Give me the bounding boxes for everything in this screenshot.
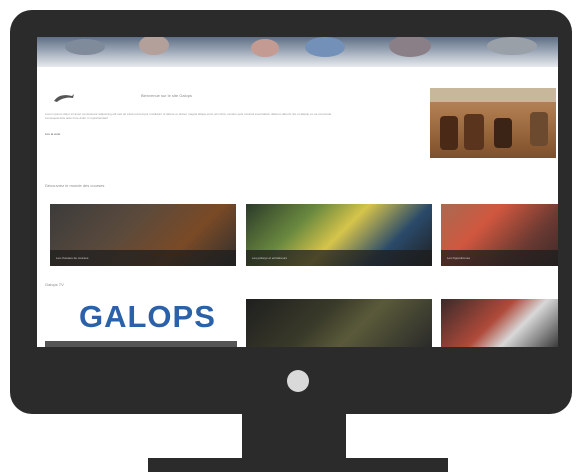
monitor-stand-base — [148, 458, 448, 472]
galops-logo-card[interactable]: GALOPS — [45, 295, 237, 347]
card-caption: Les jockeys et entraîneurs — [246, 250, 432, 266]
monitor-stand-neck — [242, 414, 346, 460]
card-horses[interactable]: Les chevaux de courses — [50, 204, 236, 266]
card-caption: Les chevaux de courses — [50, 250, 236, 266]
card-caption-bar — [45, 341, 237, 347]
horse-logo-icon[interactable] — [52, 92, 76, 104]
header-banner — [37, 37, 558, 67]
section-title-discover: Découvrez le monde des courses — [45, 183, 105, 188]
card-jockeys[interactable]: Les jockeys et entraîneurs — [246, 204, 432, 266]
galops-logo: GALOPS — [79, 299, 216, 334]
read-more-link[interactable]: Lire la suite — [45, 132, 60, 136]
monitor-screen: Bienvenue sur le site Galops Lorem ipsum… — [37, 37, 558, 347]
section-title-tv: Galops TV — [45, 282, 64, 287]
welcome-title: Bienvenue sur le site Galops — [141, 93, 192, 98]
card-video-race[interactable] — [246, 299, 432, 347]
power-button[interactable] — [287, 370, 309, 392]
intro-text: Lorem ipsum dolor sit amet consectetur a… — [45, 112, 332, 121]
hero-photo — [430, 88, 556, 158]
card-caption: Les hippodromes — [441, 250, 558, 266]
card-racecourses[interactable]: Les hippodromes — [441, 204, 558, 266]
card-video-jockey[interactable] — [441, 299, 558, 347]
